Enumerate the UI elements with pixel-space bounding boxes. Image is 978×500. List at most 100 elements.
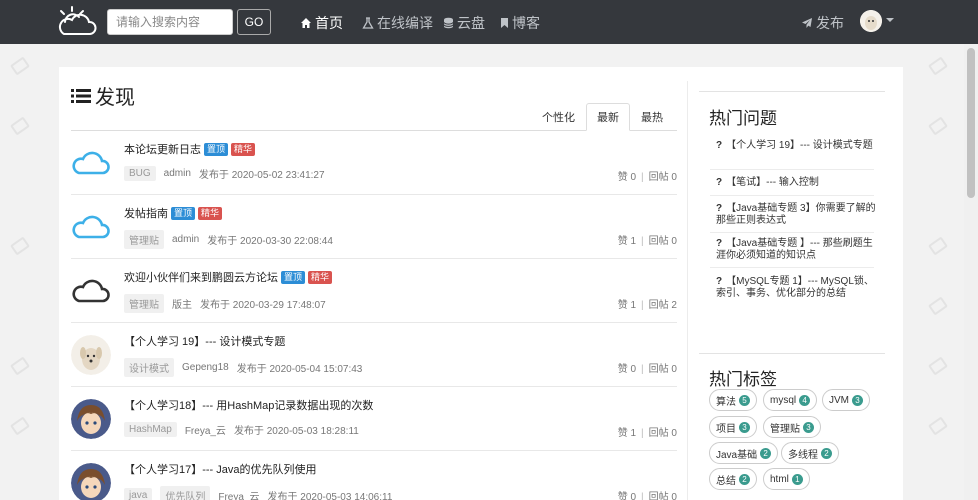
post-author[interactable]: 版主 [172, 296, 192, 311]
post-author[interactable]: Freya_云 [218, 488, 259, 500]
featured-badge: 精华 [308, 270, 333, 284]
user-avatar[interactable] [860, 10, 882, 32]
post-tag[interactable]: java [124, 488, 153, 500]
hot-tag[interactable]: Java基础 2 [709, 442, 779, 464]
post-tag[interactable]: HashMap [124, 422, 177, 437]
page-scrollbar[interactable] [964, 44, 978, 500]
hot-tag[interactable]: 算法 5 [709, 389, 757, 411]
hot-question-item[interactable]: ? 【个人学习 19】--- 设计模式专题 [716, 140, 876, 152]
hot-tag[interactable]: mysql 4 [763, 389, 818, 411]
hot-questions-title: 热门问题 [709, 109, 777, 128]
nav-blog[interactable]: 博客 [500, 13, 540, 33]
search-go-button[interactable]: GO [237, 9, 271, 35]
post-author[interactable]: Freya_云 [185, 422, 226, 437]
hot-tag[interactable]: 管理贴 3 [763, 416, 821, 438]
post-tag-secondary[interactable]: 优先队列 [160, 486, 211, 500]
post-item[interactable]: 发帖指南 置顶 精华 管理贴 admin 发布于 2020-03-30 22:0… [71, 195, 677, 259]
hot-tags-title: 热门标签 [709, 370, 777, 389]
nav-home-label: 首页 [315, 15, 343, 31]
post-author[interactable]: admin [164, 168, 191, 179]
hot-question-item[interactable]: ? 【笔试】--- 输入控制 [716, 177, 876, 189]
hot-tag[interactable]: 多线程 2 [781, 442, 839, 464]
hot-question-item[interactable]: ? 【Java基础专题 3】你需要了解的那些正则表达式 [716, 203, 876, 227]
tag-count-badge: 1 [791, 473, 803, 485]
post-title[interactable]: 【个人学习17】--- Java的优先队列使用 [124, 461, 317, 477]
post-stats: 赞 1 | 回帖 2 [617, 300, 677, 311]
post-tag[interactable]: BUG [124, 166, 156, 181]
post-title[interactable]: 【个人学习18】--- 用HashMap记录数据出现的次数 [124, 397, 373, 413]
publish-button[interactable]: 发布 [801, 13, 844, 33]
hot-tag[interactable]: 项目 3 [709, 416, 757, 438]
featured-badge: 精华 [231, 142, 256, 156]
hot-question-item[interactable]: ? 【Java基础专题 】--- 那些刷题生涯你必须知道的知识点 [716, 238, 876, 262]
post-tag[interactable]: 管理贴 [124, 294, 164, 313]
pinned-badge: 置顶 [204, 142, 229, 156]
sun-cloud-logo-icon[interactable] [56, 5, 98, 37]
post-author[interactable]: Gepeng18 [182, 362, 229, 373]
tag-count-badge: 5 [739, 394, 750, 406]
tag-count-badge: 2 [821, 447, 832, 459]
post-title-text[interactable]: 本论坛更新日志 [124, 141, 201, 157]
tab-latest[interactable]: 最新 [586, 103, 630, 131]
tag-count-badge: 4 [799, 394, 811, 406]
tab-hottest[interactable]: 最热 [630, 103, 674, 131]
post-title[interactable]: 欢迎小伙伴们来到鹏圆云方论坛 置顶 精华 [124, 269, 333, 285]
post-title-text[interactable]: 【个人学习18】--- 用HashMap记录数据出现的次数 [124, 397, 373, 413]
hot-question-item[interactable]: ? 【MySQL专题 1】--- MySQL锁、索引、事务、优化部分的总结 [716, 276, 876, 300]
discover-heading: 发现 [71, 81, 135, 110]
hot-question-divider [710, 232, 874, 233]
hot-tag[interactable]: JVM 3 [822, 389, 870, 411]
post-stats: 赞 1 | 回帖 0 [617, 236, 677, 247]
post-likes: 赞 0 [617, 172, 637, 183]
hot-tag[interactable]: 总结 2 [709, 468, 757, 490]
post-replies: 回帖 0 [648, 428, 677, 439]
post-meta: java 优先队列 Freya_云 发布于 2020-05-03 14:06:1… [124, 486, 392, 500]
tab-personalized[interactable]: 个性化 [531, 103, 586, 131]
post-meta: BUG admin 发布于 2020-05-02 23:41:27 [124, 166, 325, 181]
pinned-badge: 置顶 [281, 270, 306, 284]
post-title[interactable]: 【个人学习 19】--- 设计模式专题 [124, 333, 285, 349]
nav-home[interactable]: 首页 [300, 13, 343, 33]
database-icon [443, 17, 454, 29]
nav-online-compile-label: 在线编译 [377, 15, 433, 31]
hot-question-divider [710, 267, 874, 268]
post-item[interactable]: 【个人学习 19】--- 设计模式专题 设计模式 Gepeng18 发布于 20… [71, 323, 677, 387]
post-title-text[interactable]: 发帖指南 [124, 205, 168, 221]
bookmark-icon [501, 18, 508, 28]
post-title-text[interactable]: 【个人学习 19】--- 设计模式专题 [124, 333, 285, 349]
post-likes: 赞 1 [617, 236, 637, 247]
post-replies: 回帖 0 [648, 364, 677, 375]
hot-question-divider [710, 195, 874, 196]
post-meta: 设计模式 Gepeng18 发布于 2020-05-04 15:07:43 [124, 358, 362, 377]
nav-cloud-disk[interactable]: 云盘 [443, 13, 485, 33]
post-item[interactable]: 【个人学习18】--- 用HashMap记录数据出现的次数 HashMap Fr… [71, 387, 677, 451]
post-date: 发布于 2020-05-02 23:41:27 [198, 170, 325, 181]
post-title[interactable]: 本论坛更新日志 置顶 精华 [124, 141, 256, 157]
home-icon [301, 18, 311, 28]
scrollbar-thumb[interactable] [967, 48, 975, 198]
post-stats: 赞 1 | 回帖 0 [617, 428, 677, 439]
post-stats: 赞 0 | 回帖 0 [617, 172, 677, 183]
post-item[interactable]: 欢迎小伙伴们来到鹏圆云方论坛 置顶 精华 管理贴 版主 发布于 2020-03-… [71, 259, 677, 323]
post-title-text[interactable]: 【个人学习17】--- Java的优先队列使用 [124, 461, 317, 477]
post-tag[interactable]: 设计模式 [124, 358, 174, 377]
post-meta: HashMap Freya_云 发布于 2020-05-03 18:28:11 [124, 422, 359, 437]
user-menu-caret-icon[interactable] [886, 18, 894, 22]
anime-avatar-icon [71, 463, 111, 500]
nav-online-compile[interactable]: 在线编译 [362, 13, 433, 33]
post-tag[interactable]: 管理贴 [124, 230, 164, 249]
tag-count-badge: 3 [739, 421, 750, 433]
post-title[interactable]: 发帖指南 置顶 精华 [124, 205, 223, 221]
post-author[interactable]: admin [172, 234, 199, 245]
cloud-avatar-icon [72, 215, 110, 239]
post-date: 发布于 2020-05-04 15:07:43 [236, 364, 363, 375]
post-date: 发布于 2020-05-03 18:28:11 [233, 426, 359, 437]
hot-tag[interactable]: html 1 [763, 468, 810, 490]
post-item[interactable]: 【个人学习17】--- Java的优先队列使用 java 优先队列 Freya_… [71, 451, 677, 500]
post-replies: 回帖 0 [648, 236, 677, 247]
nav-cloud-disk-label: 云盘 [457, 15, 485, 31]
search-input[interactable] [107, 9, 233, 35]
post-item[interactable]: 本论坛更新日志 置顶 精华 BUG admin 发布于 2020-05-02 2… [71, 131, 677, 195]
hot-tags-top-line [699, 353, 885, 354]
post-title-text[interactable]: 欢迎小伙伴们来到鹏圆云方论坛 [124, 269, 278, 285]
